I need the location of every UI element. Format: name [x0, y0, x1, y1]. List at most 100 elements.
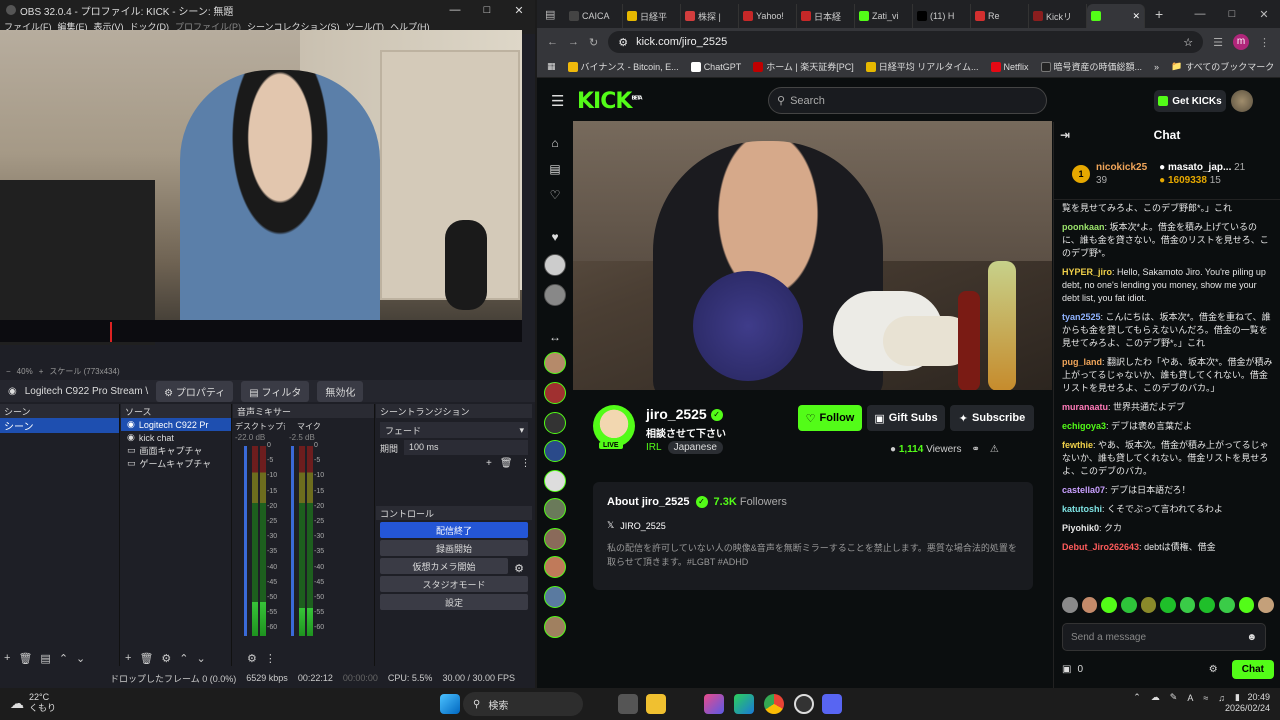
new-tab-icon[interactable]: +	[1145, 6, 1163, 22]
emote-icon[interactable]	[1101, 597, 1117, 613]
media-controls-icon[interactable]: ☰	[1213, 36, 1223, 49]
start-icon[interactable]	[440, 694, 460, 714]
emote-icon[interactable]	[1081, 597, 1098, 613]
move-up-icon[interactable]: ⌃	[179, 652, 188, 665]
zoom-in-icon[interactable]: +	[39, 367, 44, 376]
ime-icon[interactable]: A	[1187, 693, 1193, 703]
close-icon[interactable]: ✕	[503, 4, 535, 17]
browser-tab[interactable]: 日本経	[797, 4, 855, 28]
bookmark-binance[interactable]: バイナンス - Bitcoin, E...	[567, 60, 679, 73]
emote-icon[interactable]	[1219, 597, 1235, 613]
emote-icon[interactable]	[1120, 597, 1137, 613]
chat-username[interactable]: tyan2525	[1062, 312, 1101, 322]
report-icon[interactable]: ⚠	[990, 444, 999, 455]
chevron-up-icon[interactable]: ⌃	[1133, 692, 1141, 703]
browser-tab[interactable]: Zati_vi	[855, 4, 913, 28]
bookmark-rakuten[interactable]: ホーム | 楽天証券[PC]	[753, 60, 854, 73]
disable-button[interactable]: 無効化	[317, 380, 364, 402]
chat-username[interactable]: Debut_Jiro262643	[1062, 542, 1139, 552]
get-kicks-button[interactable]: Get KICKs	[1154, 90, 1226, 112]
mixer-settings-icon[interactable]: ⚙	[247, 652, 257, 665]
browser-tab[interactable]: ✕	[1087, 4, 1145, 28]
browser-tab[interactable]: Yahoo!	[739, 4, 797, 28]
points-icon[interactable]: ▣	[1062, 664, 1071, 675]
add-source-icon[interactable]: +	[125, 652, 131, 664]
add-scene-icon[interactable]: +	[4, 652, 10, 664]
cloud-icon[interactable]: ☁	[1151, 692, 1160, 703]
discord-icon[interactable]	[822, 694, 842, 714]
kick-logo[interactable]: KICKBETA	[577, 89, 643, 114]
leader-entry[interactable]: nicokick25 39	[1096, 161, 1147, 187]
subscribe-button[interactable]: ✦ Subscribe	[950, 405, 1034, 431]
share-icon[interactable]: ⚭	[971, 444, 979, 455]
copilot-icon[interactable]	[704, 694, 724, 714]
sidebar-avatar[interactable]	[544, 556, 566, 578]
chat-username[interactable]: katutoshi	[1062, 504, 1102, 514]
forward-icon[interactable]: →	[568, 36, 579, 48]
scene-filter-icon[interactable]: ▤	[40, 652, 50, 665]
omnibox[interactable]: ⚙ kick.com/jiro_2525 ☆	[608, 31, 1204, 53]
zoom-out-icon[interactable]: −	[6, 367, 11, 376]
emote-icon[interactable]	[1238, 597, 1255, 613]
follow-button[interactable]: ♡ Follow	[798, 405, 862, 431]
desktop-volume-slider[interactable]	[244, 446, 247, 636]
maximize-icon[interactable]: □	[1216, 8, 1248, 21]
browser-tab[interactable]: Re	[971, 4, 1029, 28]
back-icon[interactable]: ←	[547, 36, 558, 48]
emote-icon[interactable]	[1199, 597, 1216, 613]
emote-icon[interactable]	[1179, 597, 1196, 613]
sidebar-avatar[interactable]	[544, 470, 566, 492]
leader-entry[interactable]: ● masato_jap... 21 ● 1609338 15	[1159, 161, 1245, 187]
close-icon[interactable]: ✕	[1248, 8, 1280, 21]
reload-icon[interactable]: ↻	[589, 36, 598, 49]
collapse-icon[interactable]: ↔	[547, 330, 563, 346]
sidebar-avatar[interactable]	[544, 440, 566, 462]
chat-username[interactable]: echigoya3	[1062, 421, 1106, 431]
source-item[interactable]: ▭ ゲームキャプチャ	[121, 457, 231, 470]
pen-icon[interactable]: ✎	[1170, 692, 1178, 703]
heart-icon[interactable]: ♥	[547, 230, 563, 246]
source-item[interactable]: ▭ 画面キャプチャ	[121, 444, 231, 457]
add-transition-icon[interactable]: +	[486, 458, 492, 469]
menu-icon[interactable]: ☰	[551, 92, 564, 110]
chevron-right-icon[interactable]: »	[1154, 62, 1159, 72]
more-icon[interactable]: ⋮	[265, 652, 276, 665]
chat-username[interactable]: HYPER_jiro	[1062, 267, 1112, 277]
category-link[interactable]: IRL	[646, 442, 662, 453]
scene-item[interactable]: シーン	[0, 418, 119, 433]
filters-button[interactable]: ▤ フィルタ	[241, 380, 310, 402]
sidebar-avatar[interactable]	[544, 412, 566, 434]
stop-streaming-button[interactable]: 配信終了	[380, 522, 528, 538]
browser-tab[interactable]: 株探 |	[681, 4, 739, 28]
more-icon[interactable]: ⋮	[521, 458, 531, 469]
emote-icon[interactable]	[1258, 597, 1275, 613]
more-icon[interactable]: ⋮	[1259, 36, 1280, 49]
sidebar-avatar[interactable]	[544, 284, 566, 306]
chat-username[interactable]: poonkaan	[1062, 222, 1105, 232]
chat-username[interactable]: pug_land	[1062, 357, 1102, 367]
browser-tab[interactable]: 日経平	[623, 4, 681, 28]
emote-icon[interactable]	[1140, 597, 1157, 613]
browser-tab[interactable]: Kickリ	[1029, 4, 1087, 28]
chrome-icon[interactable]	[764, 694, 784, 714]
properties-button[interactable]: ⚙ プロパティ	[156, 380, 234, 402]
sidebar-avatar[interactable]	[544, 616, 566, 638]
browser-tab[interactable]: CAICA	[565, 4, 623, 28]
collapse-chat-icon[interactable]: ⇥	[1060, 128, 1070, 142]
source-item[interactable]: ◉ Logitech C922 Pr	[121, 418, 231, 431]
remove-source-icon[interactable]: 🗑	[139, 652, 153, 665]
chat-message-input[interactable]: Send a message ☻	[1062, 623, 1266, 651]
gift-subs-button[interactable]: ▣ Gift Subs	[867, 405, 945, 431]
clock[interactable]: 20:49 2026/02/24	[1225, 692, 1270, 714]
sidebar-avatar[interactable]	[544, 498, 566, 520]
sidebar-avatar[interactable]	[544, 352, 566, 374]
chat-settings-icon[interactable]: ⚙	[1209, 664, 1218, 675]
bookmark-star-icon[interactable]: ☆	[1183, 36, 1193, 49]
profile-avatar[interactable]: m	[1233, 34, 1249, 50]
duration-input[interactable]: 100 ms	[404, 440, 528, 455]
obs-icon[interactable]	[794, 694, 814, 714]
transition-select[interactable]: フェード ▾	[380, 422, 528, 438]
video-player[interactable]	[573, 121, 1052, 390]
move-up-icon[interactable]: ⌃	[59, 652, 68, 665]
channel-name[interactable]: jiro_2525 ✓	[646, 406, 723, 422]
